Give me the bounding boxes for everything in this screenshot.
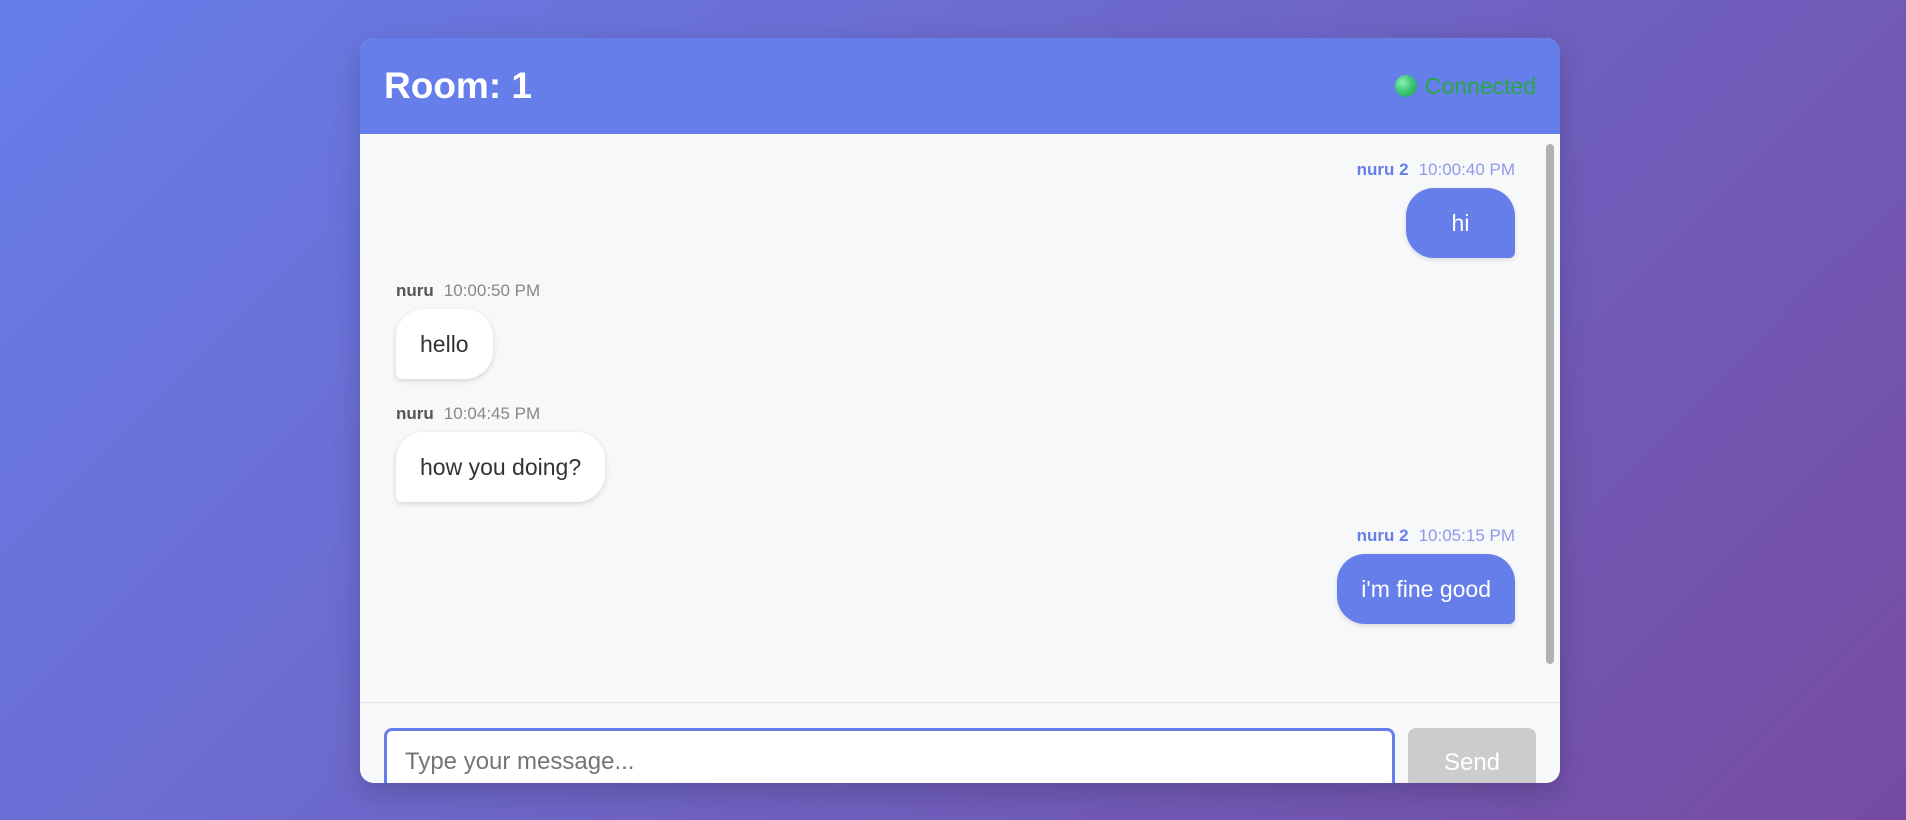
message-meta: nuru 10:04:45 PM	[396, 404, 605, 424]
message-time: 10:00:50 PM	[443, 281, 541, 300]
message-sender: nuru	[396, 404, 434, 423]
message-bubble: i'm fine good	[1337, 554, 1515, 624]
message-bubble: hello	[396, 309, 493, 379]
message-sender: nuru 2	[1356, 160, 1409, 179]
chat-window: Room: 1 Connected nuru 2 10:00:40 PM hi n…	[360, 38, 1560, 783]
message-item: nuru 2 10:05:15 PM i'm fine good	[1337, 526, 1515, 624]
scrollbar-thumb[interactable]	[1546, 144, 1554, 664]
message-meta: nuru 2 10:00:40 PM	[1357, 160, 1515, 180]
message-meta: nuru 10:00:50 PM	[396, 281, 540, 301]
message-scrollbar[interactable]	[1546, 144, 1554, 664]
message-time: 10:00:40 PM	[1418, 160, 1515, 179]
message-time: 10:04:45 PM	[443, 404, 541, 423]
status-label: Connected	[1424, 72, 1536, 99]
message-item: nuru 10:00:50 PM hello	[396, 281, 540, 379]
connection-status: Connected	[1394, 72, 1536, 100]
message-time: 10:05:15 PM	[1418, 526, 1515, 545]
message-list[interactable]: nuru 2 10:00:40 PM hi nuru 10:00:50 PM hel…	[360, 134, 1560, 702]
message-bubble: how you doing?	[396, 432, 606, 502]
send-button[interactable]: Send	[1408, 728, 1536, 783]
chat-header: Room: 1 Connected	[360, 38, 1560, 134]
message-item: nuru 2 10:00:40 PM hi	[1357, 160, 1515, 258]
room-title: Room: 1	[384, 65, 532, 106]
composer-bar: Send	[360, 702, 1560, 783]
message-input[interactable]	[384, 728, 1395, 783]
message-bubble: hi	[1406, 188, 1515, 258]
message-sender: nuru	[396, 281, 434, 300]
message-sender: nuru 2	[1356, 526, 1409, 545]
status-dot-icon	[1394, 75, 1417, 97]
message-item: nuru 10:04:45 PM how you doing?	[396, 404, 606, 502]
message-meta: nuru 2 10:05:15 PM	[1337, 526, 1515, 546]
